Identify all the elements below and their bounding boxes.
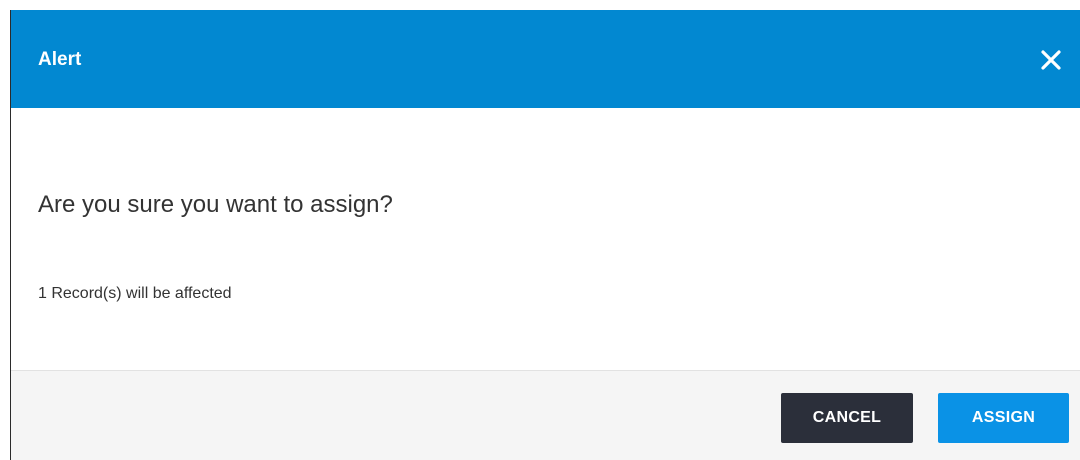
close-icon[interactable] [1036,45,1066,75]
dialog-footer: CANCEL ASSIGN [11,370,1080,460]
dialog-header: Alert [11,10,1080,108]
alert-dialog: Alert Are you sure you want to assign? 1… [10,10,1080,460]
cancel-button[interactable]: CANCEL [781,393,913,443]
dialog-title: Alert [38,49,82,70]
confirmation-question: Are you sure you want to assign? [38,191,393,218]
affected-records-text: 1 Record(s) will be affected [38,285,232,302]
dialog-body: Are you sure you want to assign? 1 Recor… [11,108,1080,370]
assign-button[interactable]: ASSIGN [938,393,1069,443]
close-icon-graphic [1041,50,1061,70]
